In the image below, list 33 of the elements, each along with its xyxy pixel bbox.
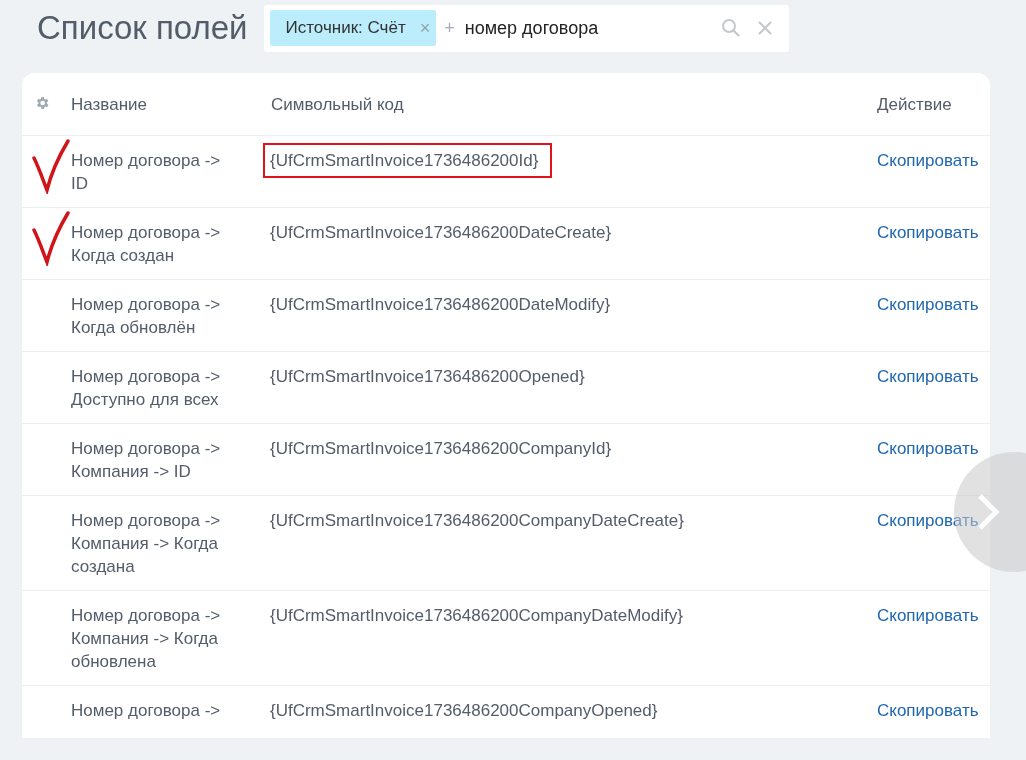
table-cell-text: Номер договора -> Когда создан (71, 222, 222, 267)
filter-tag[interactable]: Источник: Счёт × (269, 10, 437, 46)
copy-link[interactable]: Скопировать (877, 365, 990, 411)
column-header: Название (71, 94, 148, 116)
code-cell-text: {UfCrmSmartInvoice1736486200CompanyDateModify} (269, 605, 684, 627)
table-cell-text: Номер договора -> (71, 700, 222, 722)
table-cell-text: Номер договора -> ID (71, 150, 222, 195)
page-title: Список полей (37, 9, 248, 47)
copy-link[interactable]: Скопировать (877, 221, 990, 267)
copy-link[interactable]: Скопировать (877, 293, 990, 339)
table-cell-text: Номер договора -> Компания -> ID (71, 438, 222, 483)
code-cell-text: {UfCrmSmartInvoice1736486200CompanyOpened} (269, 700, 659, 722)
table-cell-text: Номер договора -> Когда обновлён (71, 294, 222, 339)
copy-link[interactable]: Скопировать (877, 437, 990, 483)
code-cell-text: {UfCrmSmartInvoice1736486200Opened} (269, 366, 586, 388)
close-icon[interactable] (756, 20, 773, 36)
table-cell-text: Номер договора -> Компания -> Когда создана (71, 510, 222, 578)
code-cell-text: {UfCrmSmartInvoice1736486200DateCreate} (269, 222, 613, 244)
table-cell-text: Номер договора -> Доступно для всех (71, 366, 222, 411)
copy-link[interactable]: Скопировать (877, 149, 990, 195)
code-cell-text: {UfCrmSmartInvoice1736486200CompanyDateCreate} (269, 510, 685, 532)
column-header: Действие (877, 94, 953, 116)
code-cell: {UfCrmSmartInvoice1736486200Id} (265, 145, 551, 176)
code-cell-text: {UfCrmSmartInvoice1736486200DateModify} (269, 294, 612, 316)
column-header: Символьный код (271, 94, 405, 116)
table-cell-text: Номер договора -> Компания -> Когда обновлена (71, 605, 222, 673)
search-field[interactable]: Источник: Счёт × + номер договора (263, 4, 789, 52)
settings-icon[interactable] (34, 95, 50, 111)
search-icon[interactable] (720, 18, 741, 38)
code-cell-text: {UfCrmSmartInvoice1736486200CompanyId} (269, 438, 613, 460)
copy-link[interactable]: Скопировать (877, 699, 990, 726)
copy-link[interactable]: Скопировать (877, 604, 990, 673)
copy-link[interactable]: Скопировать (877, 509, 990, 578)
